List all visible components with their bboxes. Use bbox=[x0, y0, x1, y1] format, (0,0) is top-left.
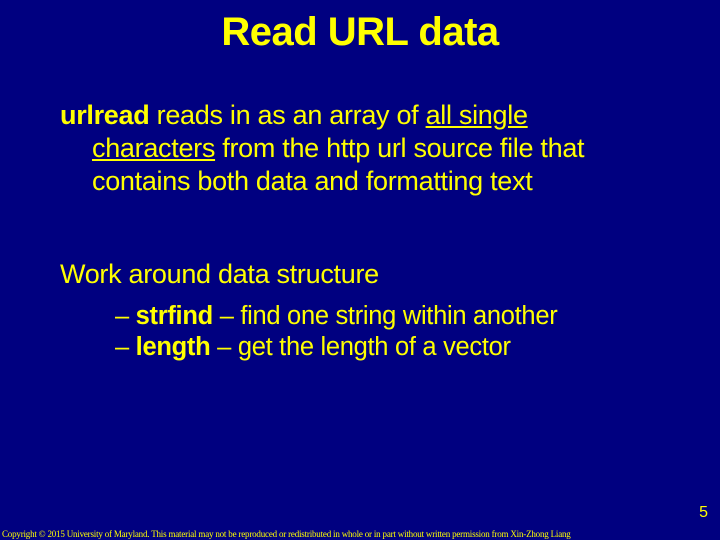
sub2-tail: – get the length of a vector bbox=[210, 333, 510, 361]
sub-list: – strfind – find one string within anoth… bbox=[60, 301, 660, 363]
sub-item-strfind: – strfind – find one string within anoth… bbox=[115, 301, 660, 332]
slide-title: Read URL data bbox=[0, 6, 720, 55]
slide-container: Read URL data urlread reads in as an arr… bbox=[0, 0, 720, 540]
para1-text-a: reads in as an array of bbox=[149, 100, 425, 130]
dash: – bbox=[115, 302, 136, 330]
sub1-tail: – find one string within another bbox=[213, 302, 558, 330]
copyright-notice: Copyright © 2015 University of Maryland.… bbox=[0, 529, 720, 539]
paragraph-workaround: Work around data structure bbox=[60, 258, 660, 291]
slide-body: urlread reads in as an array of all sing… bbox=[0, 55, 720, 363]
page-number: 5 bbox=[699, 504, 708, 522]
paragraph-urlread: urlread reads in as an array of all sing… bbox=[60, 99, 652, 198]
sub-item-length: – length – get the length of a vector bbox=[115, 332, 660, 363]
keyword-urlread: urlread bbox=[60, 100, 149, 130]
dash: – bbox=[115, 333, 136, 361]
keyword-strfind: strfind bbox=[136, 302, 213, 330]
keyword-length: length bbox=[136, 333, 211, 361]
